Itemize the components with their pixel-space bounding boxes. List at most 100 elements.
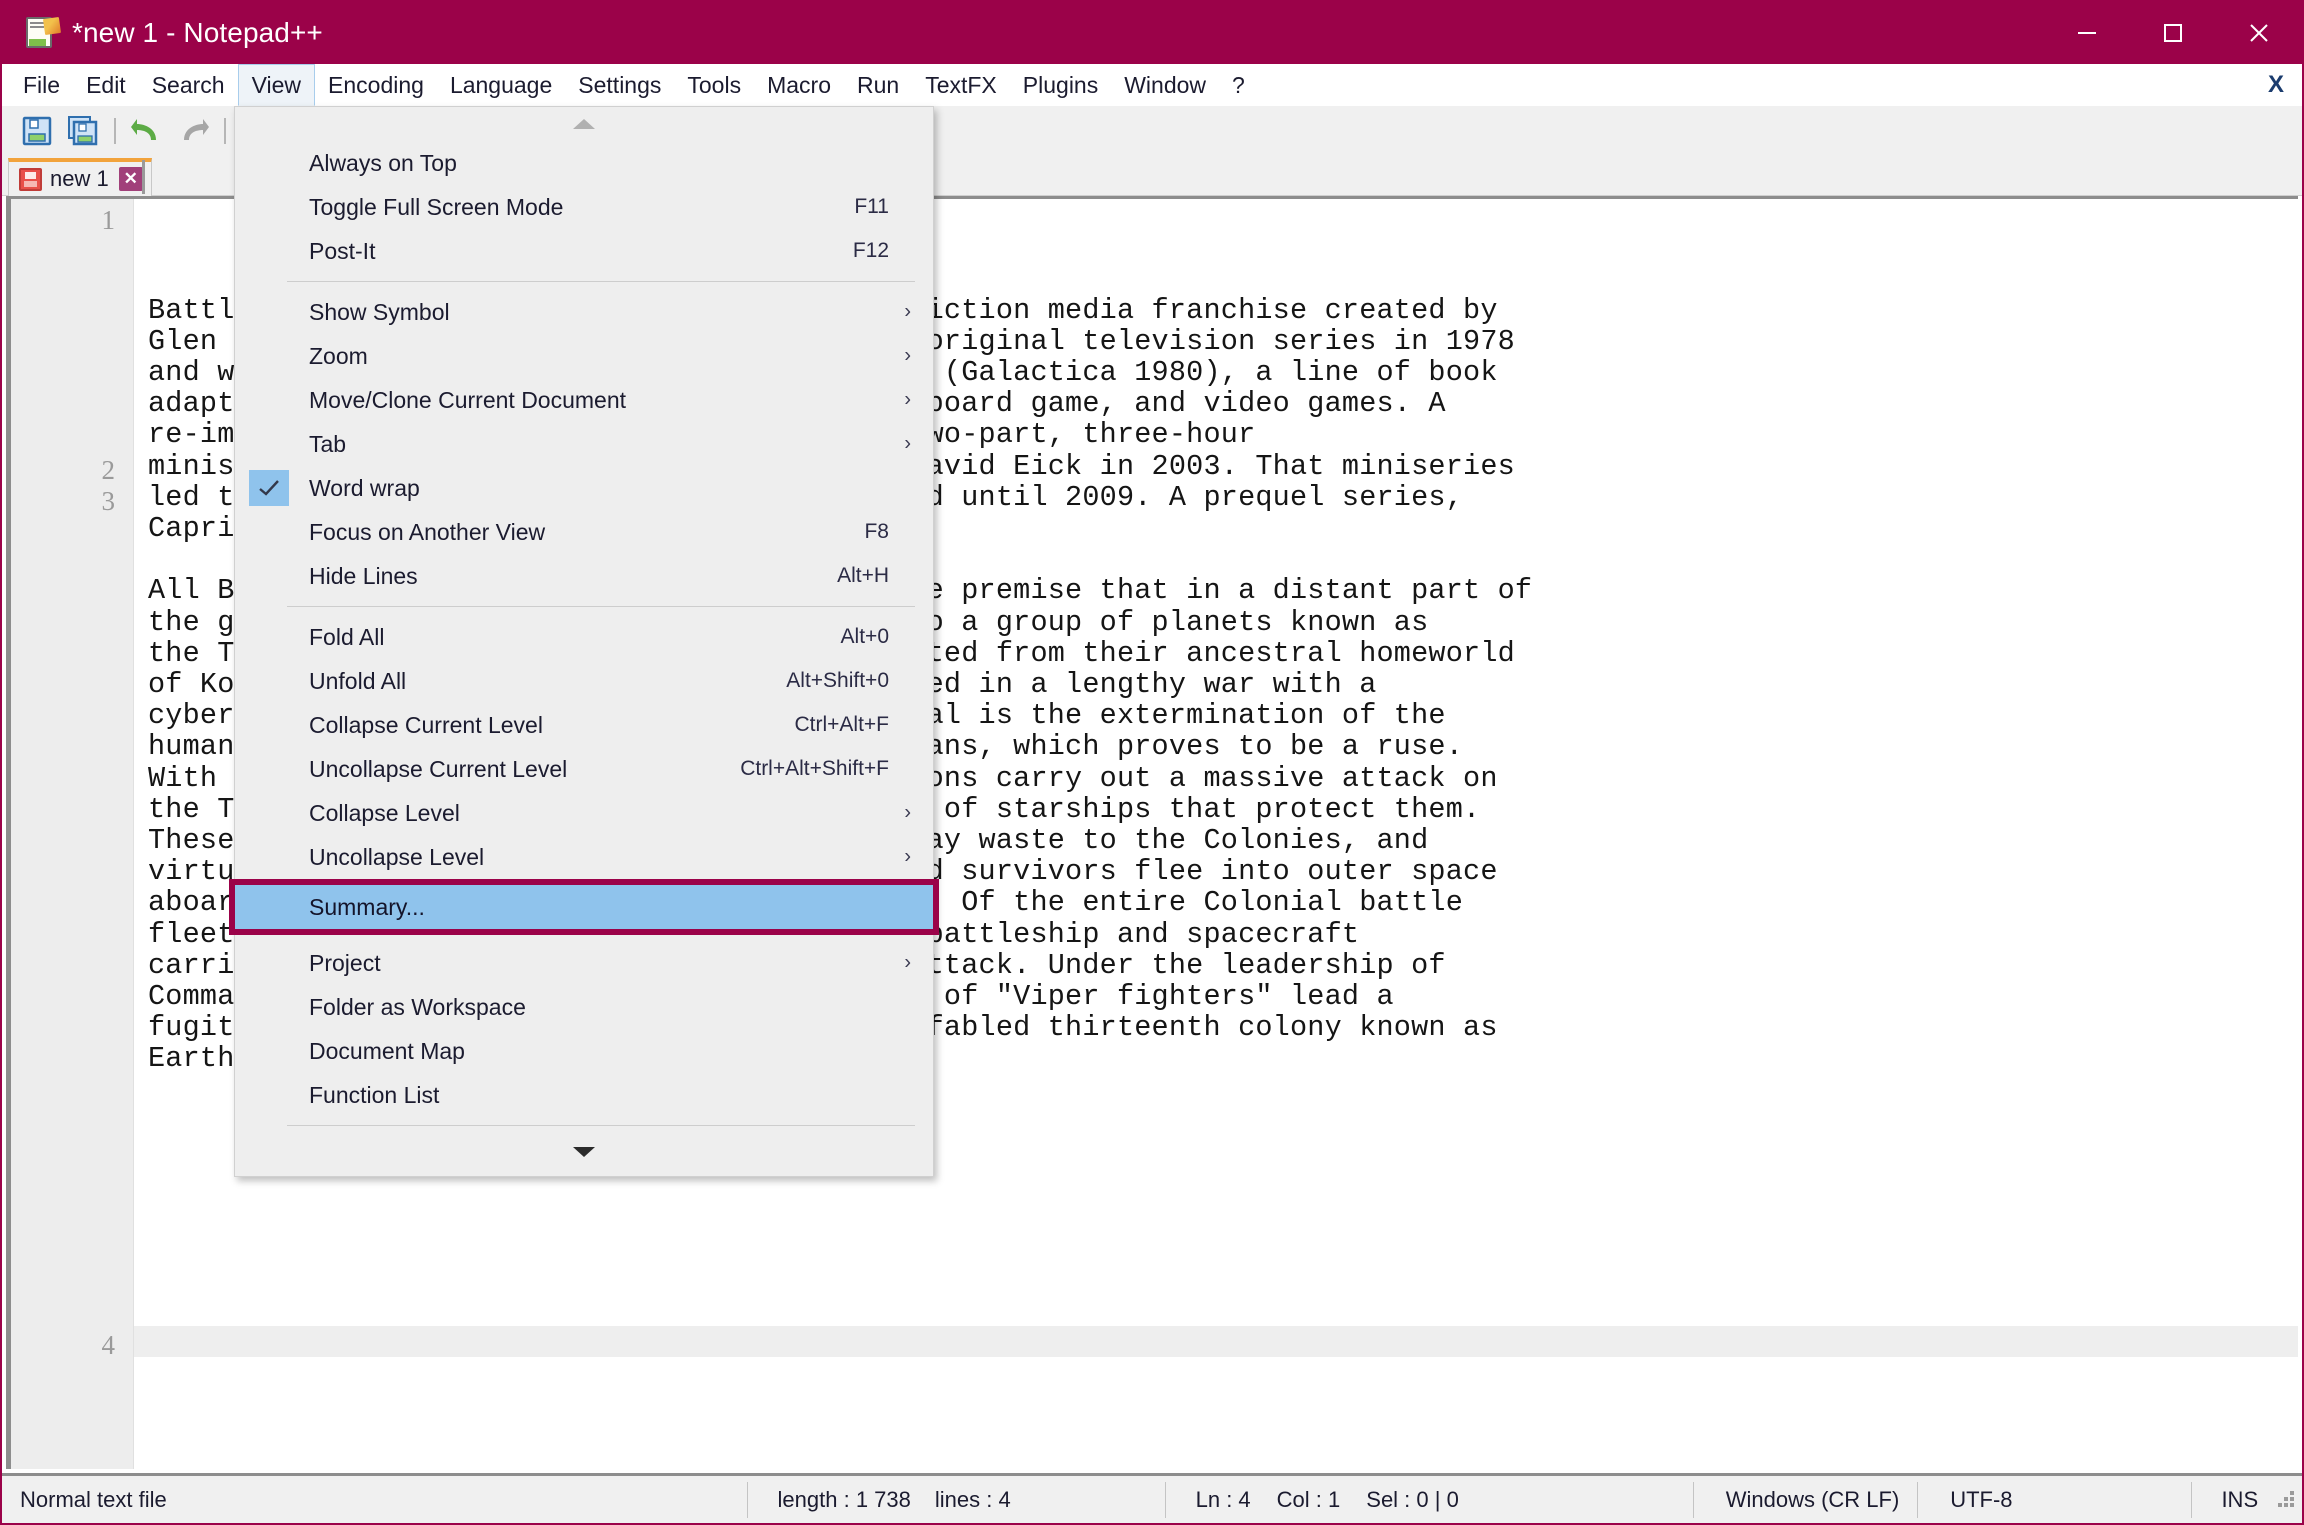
chevron-right-icon: › [904, 801, 911, 824]
line-number: 1 [101, 205, 116, 235]
toolbar-divider-2 [224, 118, 226, 144]
maximize-button[interactable] [2130, 2, 2216, 64]
menu-help[interactable]: ? [1219, 64, 1258, 106]
menu-item-unfold-all[interactable]: Unfold All Alt+Shift+0 [235, 659, 933, 703]
menu-plugins[interactable]: Plugins [1010, 64, 1111, 106]
menu-language[interactable]: Language [437, 64, 565, 106]
notepad-document-pencil-icon [24, 16, 62, 50]
undo-icon[interactable] [124, 110, 170, 152]
menu-item-label: Collapse Current Level [309, 711, 543, 738]
menu-item-document-map[interactable]: Document Map [235, 1029, 933, 1073]
status-file-type: Normal text file [20, 1486, 167, 1512]
save-icon[interactable] [14, 110, 60, 152]
menu-item-label: Document Map [309, 1037, 465, 1064]
menu-item-project[interactable]: Project › [235, 941, 933, 985]
tab-close-icon[interactable]: ✕ [118, 167, 143, 191]
menu-item-zoom[interactable]: Zoom › [235, 334, 933, 378]
menu-item-show-symbol[interactable]: Show Symbol › [235, 290, 933, 334]
status-bar: Normal text file length : 1 738 lines : … [2, 1473, 2302, 1523]
gutter-accent-bar [6, 199, 11, 1469]
menu-item-shortcut: Ctrl+Alt+Shift+F [740, 757, 889, 780]
menu-view[interactable]: View [237, 64, 316, 106]
toolbar-divider [114, 118, 116, 144]
tab-label: new 1 [50, 166, 109, 191]
menu-item-label: Always on Top [309, 149, 457, 176]
menu-item-label: Hide Lines [309, 562, 418, 589]
window-controls [2044, 2, 2302, 64]
menu-item-toggle-full-screen-mode[interactable]: Toggle Full Screen Mode F11 [235, 185, 933, 229]
title-bar: *new 1 - Notepad++ [2, 2, 2302, 64]
save-all-icon[interactable] [60, 110, 106, 152]
tab-new-1[interactable]: new 1 ✕ [8, 158, 152, 196]
line-number-gutter: 1 2 3 4 [6, 199, 134, 1469]
minimize-button[interactable] [2044, 2, 2130, 64]
menu-item-focus-on-another-view[interactable]: Focus on Another View F8 [235, 510, 933, 554]
menu-item-tab[interactable]: Tab › [235, 422, 933, 466]
chevron-right-icon: › [904, 388, 911, 411]
tabbar-divider [142, 160, 145, 194]
menu-item-fold-all[interactable]: Fold All Alt+0 [235, 615, 933, 659]
menu-item-summary[interactable]: Summary... [229, 879, 939, 935]
resize-grip[interactable] [2276, 1489, 2296, 1511]
status-lines: lines : 4 [934, 1486, 1011, 1512]
status-eol: Windows (CR LF) [1725, 1486, 1900, 1512]
chevron-right-icon: › [904, 300, 911, 323]
menu-item-label: Focus on Another View [309, 518, 546, 545]
menu-item-shortcut: Alt+0 [840, 625, 889, 648]
notepadpp-window: *new 1 - Notepad++ File Edit Search View… [0, 0, 2304, 1525]
menu-macro[interactable]: Macro [754, 64, 844, 106]
scroll-up-arrow[interactable] [235, 107, 933, 141]
menu-item-label: Show Symbol [309, 298, 450, 325]
menu-settings[interactable]: Settings [565, 64, 674, 106]
menu-item-post-it[interactable]: Post-It F12 [235, 229, 933, 273]
status-col: Col : 1 [1276, 1486, 1341, 1512]
menu-textfx[interactable]: TextFX [912, 64, 1010, 106]
menu-tools[interactable]: Tools [674, 64, 754, 106]
close-document-icon[interactable]: X [2268, 64, 2284, 106]
menu-search[interactable]: Search [139, 64, 238, 106]
status-ln: Ln : 4 [1195, 1486, 1251, 1512]
menu-encoding[interactable]: Encoding [315, 64, 437, 106]
menu-run[interactable]: Run [844, 64, 912, 106]
chevron-right-icon: › [904, 344, 911, 367]
menu-item-label: Post-It [309, 237, 376, 264]
menu-bar: File Edit Search View Encoding Language … [2, 64, 2302, 106]
menu-item-shortcut: Alt+H [837, 564, 889, 587]
menu-item-shortcut: F8 [864, 520, 889, 543]
menu-item-word-wrap[interactable]: Word wrap [235, 466, 933, 510]
menu-file[interactable]: File [10, 64, 73, 106]
menu-item-label: Move/Clone Current Document [309, 386, 627, 413]
menu-item-always-on-top[interactable]: Always on Top [235, 141, 933, 185]
menu-item-label: Fold All [309, 623, 385, 650]
close-button[interactable] [2216, 2, 2302, 64]
menu-item-function-list[interactable]: Function List [235, 1073, 933, 1117]
menu-separator [287, 281, 915, 282]
menu-item-uncollapse-level[interactable]: Uncollapse Level › [235, 835, 933, 879]
redo-icon[interactable] [170, 110, 216, 152]
menu-item-label: Toggle Full Screen Mode [309, 193, 564, 220]
menu-item-collapse-level[interactable]: Collapse Level › [235, 791, 933, 835]
menu-item-hide-lines[interactable]: Hide Lines Alt+H [235, 554, 933, 598]
menu-item-label: Tab [309, 430, 347, 457]
menu-item-shortcut: Alt+Shift+0 [786, 669, 889, 692]
view-dropdown-menu[interactable]: Always on Top Toggle Full Screen Mode F1… [229, 106, 939, 1177]
line-number: 4 [101, 1330, 116, 1360]
status-encoding: UTF-8 [1950, 1486, 2013, 1512]
menu-separator [287, 606, 915, 607]
unsaved-floppy-icon [19, 167, 42, 191]
menu-window[interactable]: Window [1111, 64, 1219, 106]
window-title: *new 1 - Notepad++ [72, 17, 323, 48]
menu-item-uncollapse-current-level[interactable]: Uncollapse Current Level Ctrl+Alt+Shift+… [235, 747, 933, 791]
menu-item-collapse-current-level[interactable]: Collapse Current Level Ctrl+Alt+F [235, 703, 933, 747]
menu-edit[interactable]: Edit [73, 64, 139, 106]
menu-item-move-clone-current-document[interactable]: Move/Clone Current Document › [235, 378, 933, 422]
menu-separator [287, 1125, 915, 1126]
menu-item-label: Zoom [309, 342, 368, 369]
current-line-highlight [134, 1326, 2298, 1357]
menu-item-label: Project [309, 949, 381, 976]
menu-item-label: Word wrap [309, 474, 420, 501]
menu-item-shortcut: F11 [854, 195, 889, 218]
scroll-down-arrow[interactable] [235, 1134, 933, 1168]
menu-item-folder-as-workspace[interactable]: Folder as Workspace [235, 985, 933, 1029]
menu-item-label: Function List [309, 1081, 440, 1108]
